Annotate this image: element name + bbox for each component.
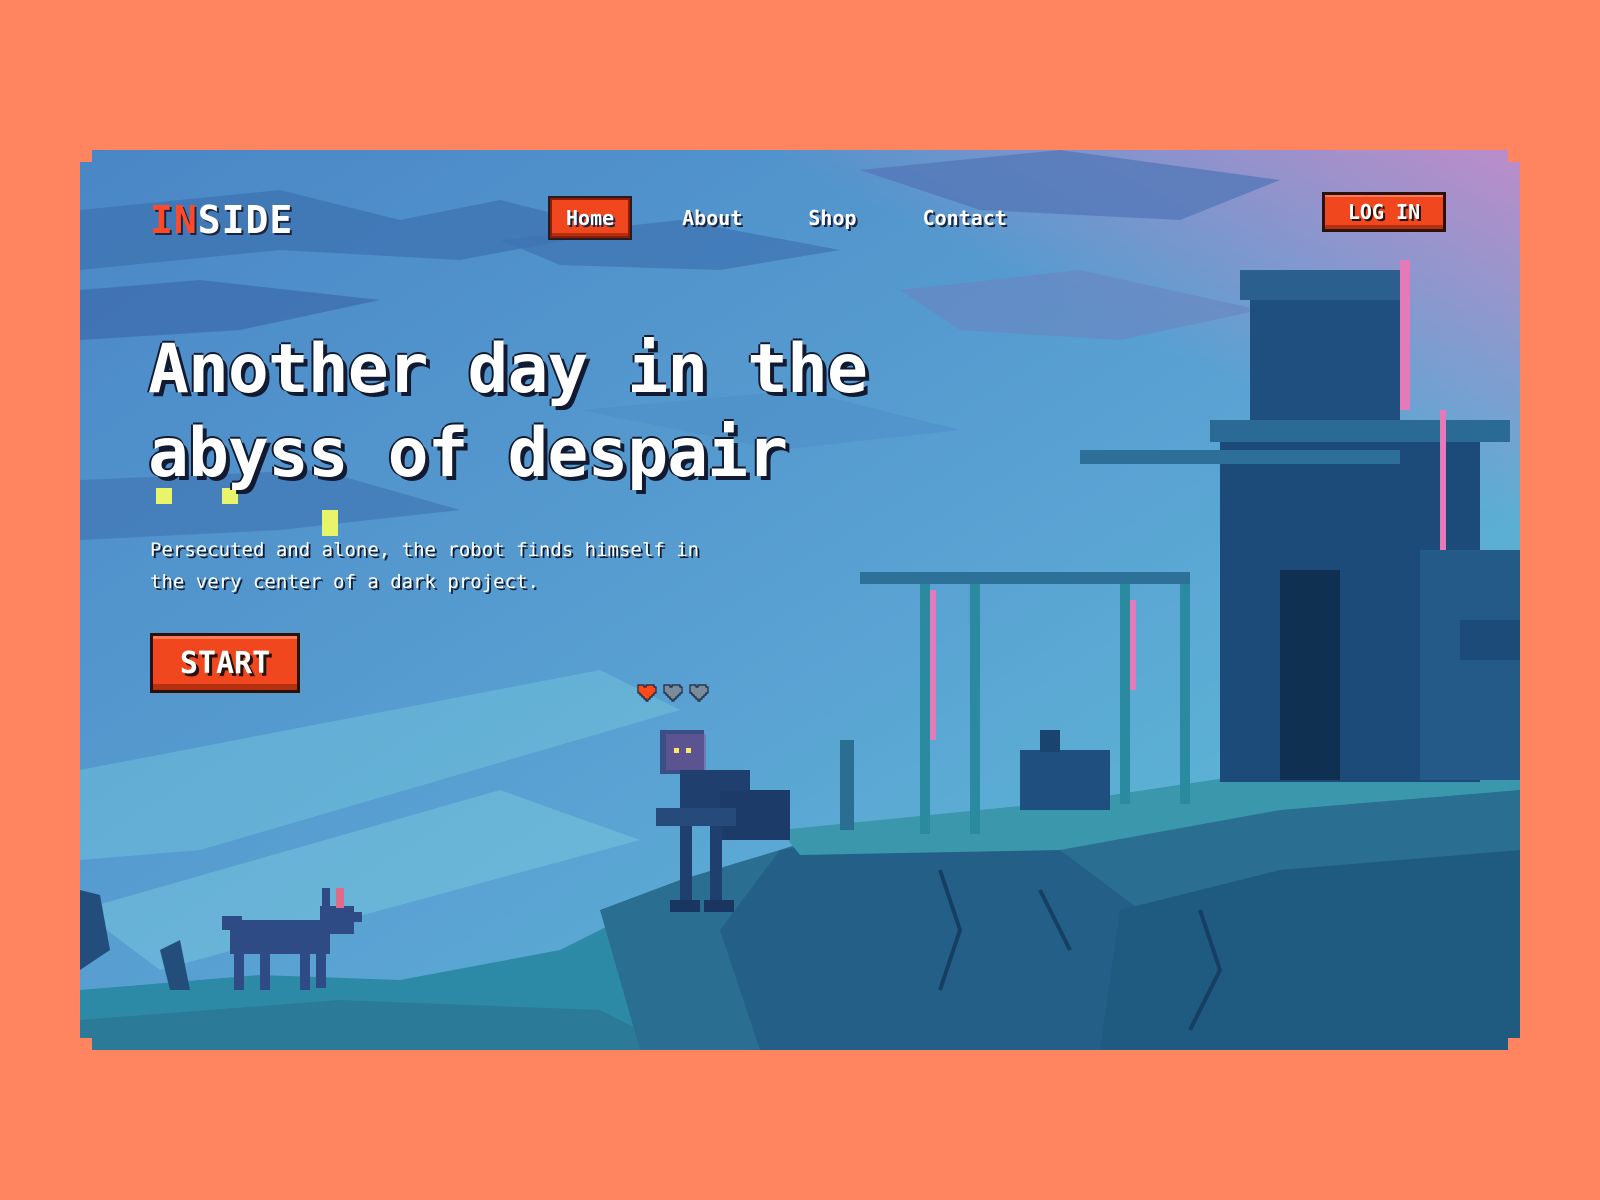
hero-subtitle-line2: the very center of a dark project. [150, 571, 539, 593]
heart-icon [636, 683, 658, 703]
heart-icon [662, 683, 684, 703]
hero-subtitle: Persecuted and alone, the robot finds hi… [150, 534, 770, 598]
hero-title-line2: abyss of despair [148, 414, 788, 493]
logo[interactable]: INSIDE [150, 198, 293, 242]
nav-item-shop[interactable]: Shop [794, 200, 870, 236]
hero-title: Another day in the abyss of despair [148, 328, 968, 496]
cliff-face [720, 840, 1140, 1050]
start-button[interactable]: START [150, 633, 300, 693]
nav-item-contact[interactable]: Contact [909, 200, 1021, 236]
hero-subtitle-line1: Persecuted and alone, the robot finds hi… [150, 539, 700, 561]
logo-accent: IN [150, 198, 198, 242]
lives-indicator [636, 683, 710, 703]
hero-title-line1: Another day in the [148, 330, 867, 409]
heart-icon [688, 683, 710, 703]
nav-item-home[interactable]: Home [550, 198, 630, 238]
glow-pixel [322, 510, 338, 536]
main-nav: Home About Shop Contact [550, 198, 1059, 238]
scene-illustration [80, 150, 1520, 1050]
nav-item-about[interactable]: About [668, 200, 756, 236]
logo-rest: SIDE [197, 198, 294, 242]
login-button[interactable]: LOG IN [1322, 192, 1446, 232]
game-landing-frame: INSIDE Home About Shop Contact LOG IN An… [80, 150, 1520, 1050]
